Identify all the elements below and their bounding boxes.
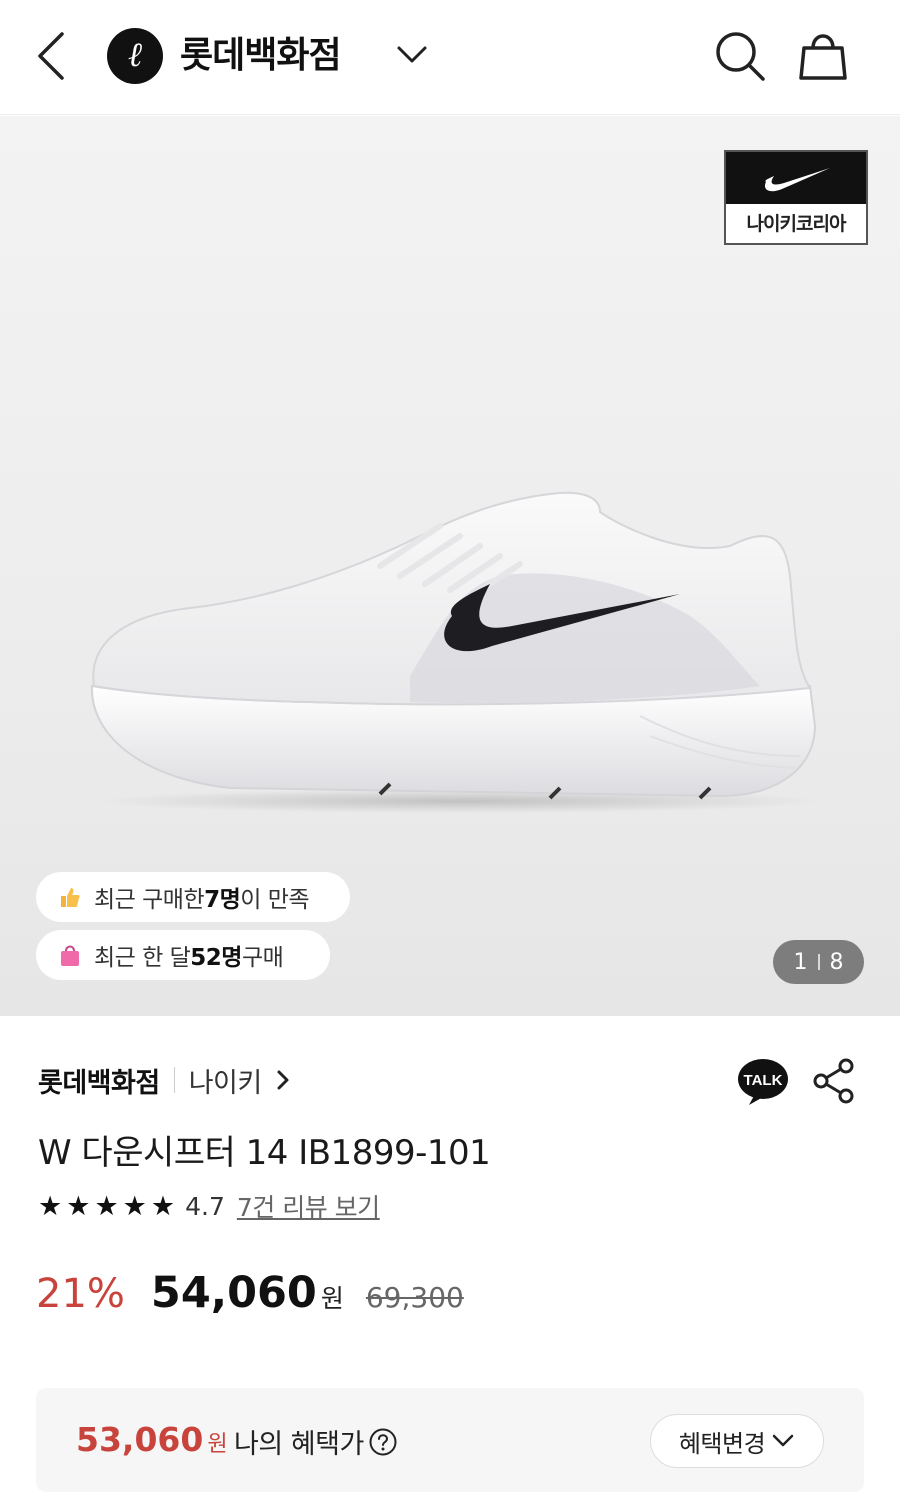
talk-label: TALK <box>744 1072 783 1089</box>
monthly-purchase-text-prefix: 최근 한 달 <box>94 945 191 971</box>
change-benefit-button[interactable]: 혜택변경 <box>650 1414 824 1468</box>
search-button[interactable] <box>712 28 768 84</box>
star-icon: ★ <box>66 1190 91 1222</box>
price-row: 21% 54,060 원 69,300 <box>36 1268 464 1324</box>
sale-price: 54,060 <box>150 1268 317 1318</box>
brand-badge[interactable]: 나이키코리아 <box>724 150 868 245</box>
pager-total: 8 <box>829 949 844 975</box>
shopping-bag-button[interactable] <box>798 28 848 84</box>
benefit-price-value: 53,060 <box>76 1420 204 1459</box>
share-icon <box>813 1058 854 1104</box>
product-shoe-image <box>90 491 820 813</box>
search-icon <box>716 32 765 81</box>
chevron-down-icon <box>397 46 427 63</box>
star-icon: ★ <box>122 1190 147 1222</box>
shopping-bag-icon <box>799 34 847 80</box>
recent-satisfaction-text-suffix: 이 만족 <box>240 887 310 913</box>
product-title: W 다운시프터 14 IB1899-101 <box>38 1133 491 1173</box>
star-icon: ★ <box>38 1190 63 1222</box>
chevron-down-icon <box>772 1434 794 1447</box>
monthly-purchase-text-suffix: 구매 <box>241 945 284 971</box>
recent-satisfaction-text-prefix: 최근 구매한 <box>94 887 205 913</box>
pager-divider <box>817 954 820 970</box>
thumbs-up-icon <box>61 888 80 907</box>
seller-brand-row: 롯데백화점 나이키 <box>38 1060 290 1100</box>
review-link[interactable]: 7건 리뷰 보기 <box>237 1188 380 1224</box>
store-dropdown-button[interactable] <box>396 44 428 66</box>
benefit-label: 나의 혜택가 <box>234 1422 398 1461</box>
star-icon: ★ <box>150 1190 176 1222</box>
chevron-right-icon <box>277 1070 289 1090</box>
back-button[interactable] <box>30 28 74 84</box>
lotte-logo-icon[interactable]: ℓ <box>107 28 163 84</box>
share-button[interactable] <box>812 1058 856 1104</box>
recent-satisfaction-count: 7명 <box>204 887 241 913</box>
kakao-talk-button[interactable]: TALK <box>737 1058 789 1106</box>
nike-swoosh-icon <box>764 168 830 192</box>
benefit-price-currency: 원 <box>207 1432 228 1457</box>
top-nav-bar: ℓ 롯데백화점 <box>0 0 900 115</box>
shopping-bag-emoji-icon <box>61 945 79 966</box>
recent-satisfaction-badge: 최근 구매한 7명 이 만족 <box>36 872 350 922</box>
chevron-left-icon <box>38 32 64 80</box>
brand-badge-label: 나이키코리아 <box>746 213 847 235</box>
logo-glyph: ℓ <box>127 35 143 75</box>
rating-value: 4.7 <box>185 1191 225 1221</box>
seller-divider <box>173 1067 175 1093</box>
monthly-purchase-badge: 최근 한 달 52명 구매 <box>36 930 330 980</box>
store-title[interactable]: 롯데백화점 <box>180 30 342 82</box>
image-pager-indicator: 1 8 <box>773 940 864 984</box>
brand-link-label: 나이키 <box>188 1067 263 1099</box>
rating-row: ★ ★ ★ ★ ★ 4.7 7건 리뷰 보기 <box>38 1186 380 1226</box>
benefit-label-text: 나의 혜택가 <box>234 1429 364 1460</box>
price-currency: 원 <box>320 1284 344 1313</box>
nike-logo-area <box>726 152 866 204</box>
monthly-purchase-count: 52명 <box>190 945 242 971</box>
benefit-price: 53,060 원 <box>76 1420 228 1459</box>
original-price: 69,300 <box>365 1281 464 1314</box>
rating-stars: ★ ★ ★ ★ ★ <box>38 1193 179 1220</box>
change-benefit-label: 혜택변경 <box>678 1429 766 1458</box>
pager-current: 1 <box>793 949 808 975</box>
help-question-icon[interactable] <box>368 1427 398 1457</box>
benefit-price-box: 53,060 원 나의 혜택가 혜택변경 <box>36 1388 864 1492</box>
product-image-carousel[interactable]: 나이키코리아 최근 구매한 7명 이 만족 최근 한 달 52명 구매 1 8 <box>0 116 900 1016</box>
discount-rate: 21% <box>36 1271 125 1317</box>
talk-bubble-icon: TALK <box>738 1059 788 1105</box>
star-icon: ★ <box>94 1190 119 1222</box>
seller-name: 롯데백화점 <box>38 1067 160 1099</box>
brand-link[interactable]: 나이키 <box>189 1061 290 1100</box>
